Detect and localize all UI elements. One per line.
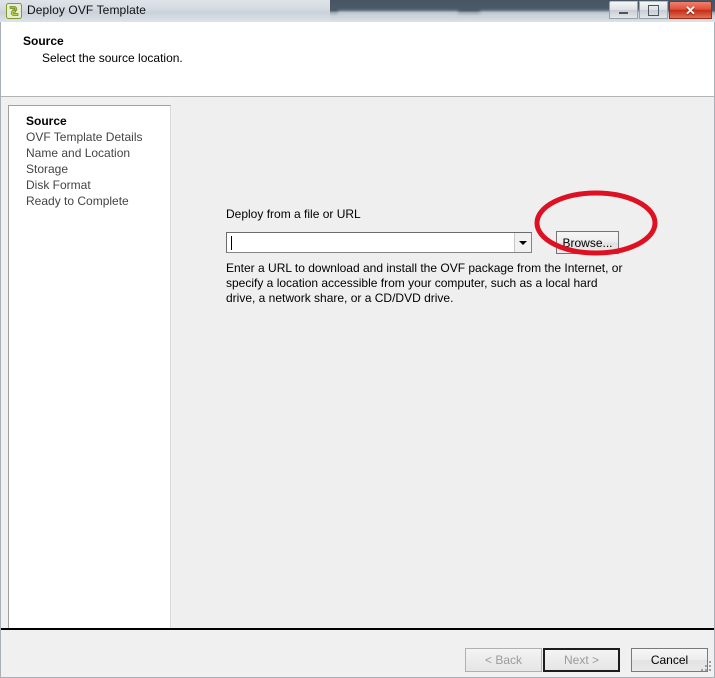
wizard-header: Source Select the source location.	[1, 22, 714, 97]
minimize-button[interactable]	[609, 1, 638, 19]
maximize-button[interactable]	[639, 1, 668, 19]
wizard-step-sidebar: Source OVF Template Details Name and Loc…	[8, 105, 171, 649]
source-combobox[interactable]	[226, 232, 532, 253]
maximize-icon	[640, 2, 667, 18]
cancel-button[interactable]: Cancel	[631, 648, 708, 672]
close-button[interactable]: ✕	[669, 1, 712, 19]
sidebar-item-source[interactable]: Source	[9, 113, 170, 129]
ovf-template-icon	[6, 3, 22, 19]
page-subtitle: Select the source location.	[42, 51, 183, 65]
wizard-content-panel: Deploy from a file or URL Browse... Ente…	[172, 98, 714, 629]
chevron-down-icon[interactable]	[514, 233, 531, 252]
sidebar-item-ovf-template-details[interactable]: OVF Template Details	[9, 129, 170, 145]
sidebar-item-storage[interactable]: Storage	[9, 161, 170, 177]
source-help-text: Enter a URL to download and install the …	[226, 261, 623, 305]
next-button[interactable]: Next >	[543, 648, 620, 672]
sidebar-item-disk-format[interactable]: Disk Format	[9, 177, 170, 193]
page-title: Source	[23, 34, 64, 48]
minimize-icon	[610, 2, 637, 18]
dialog-client-area: Source Select the source location. Sourc…	[0, 22, 715, 678]
source-input[interactable]	[227, 233, 515, 252]
wizard-footer: < Back Next > Cancel	[1, 630, 714, 676]
deploy-source-label: Deploy from a file or URL	[226, 207, 361, 221]
close-icon: ✕	[670, 2, 711, 18]
window-title: Deploy OVF Template	[27, 3, 147, 17]
browse-button[interactable]: Browse...	[556, 231, 619, 254]
title-bar: Deploy OVF Template ✕	[0, 0, 715, 22]
wizard-step-list: Source OVF Template Details Name and Loc…	[9, 106, 170, 209]
deploy-ovf-template-window: Deploy OVF Template ✕ Source Select the …	[0, 0, 715, 678]
sidebar-item-name-and-location[interactable]: Name and Location	[9, 145, 170, 161]
resize-grip[interactable]	[699, 661, 712, 674]
sidebar-item-ready-to-complete[interactable]: Ready to Complete	[9, 193, 170, 209]
close-glyph: ✕	[685, 2, 696, 18]
back-button[interactable]: < Back	[465, 648, 542, 672]
